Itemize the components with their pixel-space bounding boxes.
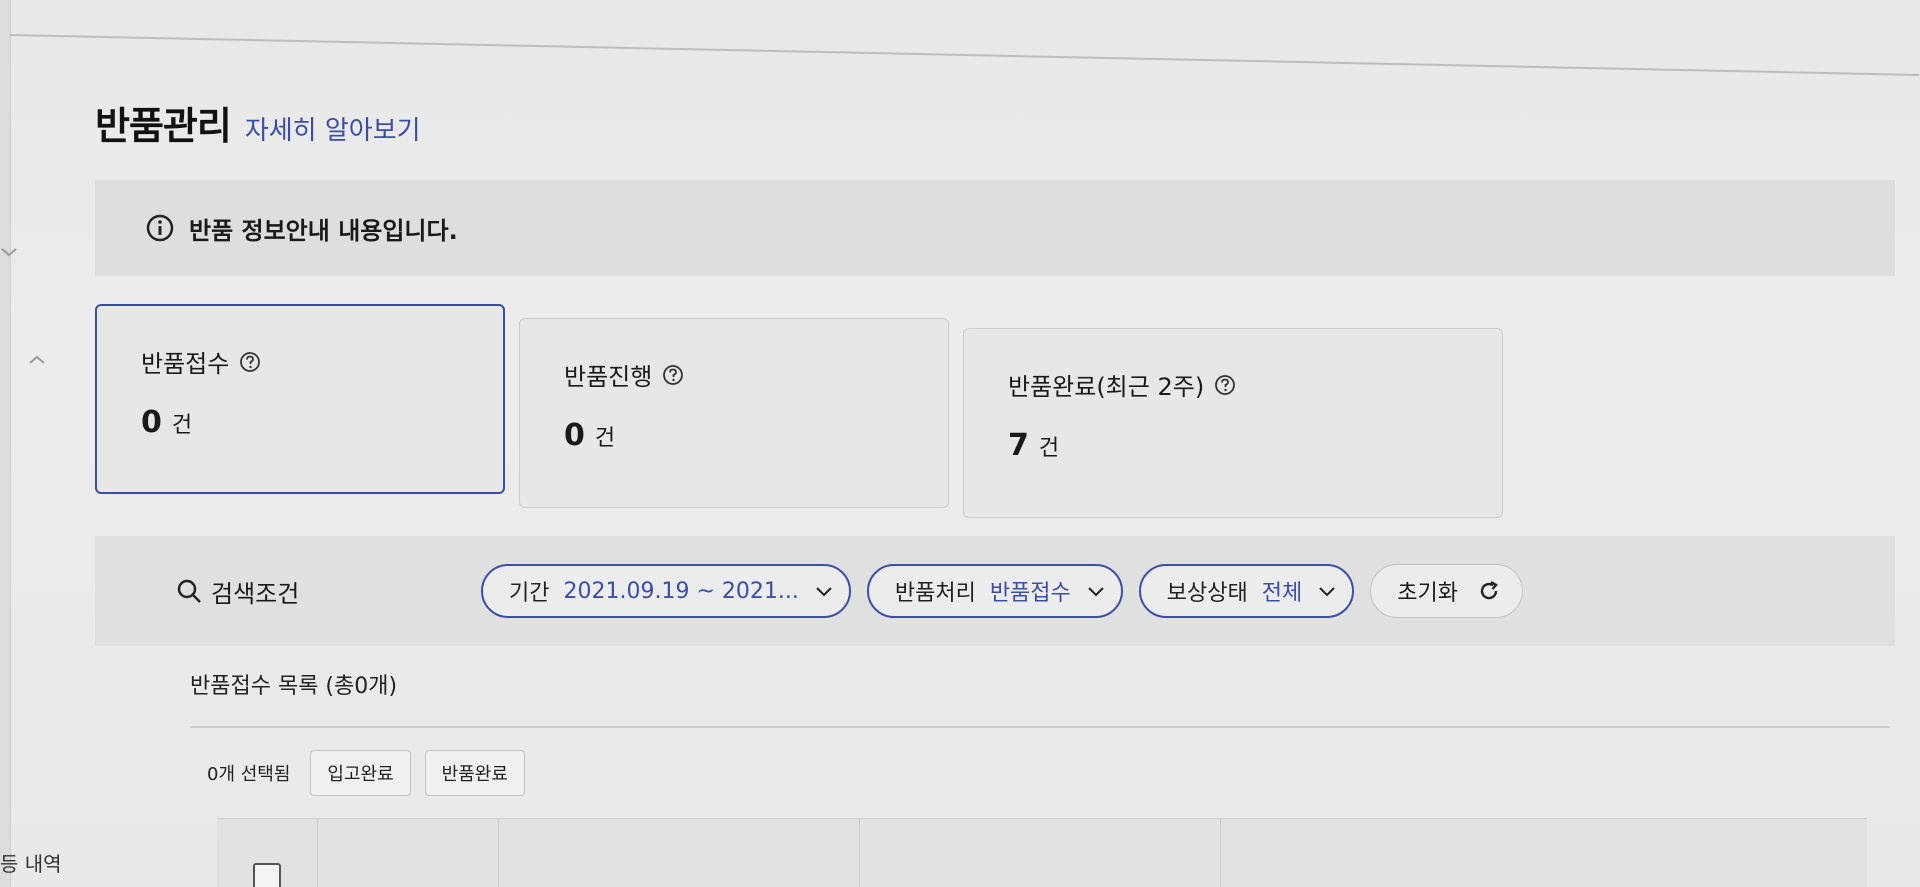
card-label-text: 반품완료(최근 2주) xyxy=(1008,373,1205,401)
filter-value: 2021.09.19 ~ 2021... xyxy=(563,578,799,604)
reset-label: 초기화 xyxy=(1397,581,1458,606)
search-icon xyxy=(177,579,201,603)
card-return-received[interactable]: 반품접수 0 건 xyxy=(95,304,505,494)
info-icon xyxy=(146,214,174,242)
selected-count: 0개 선택됨 xyxy=(207,764,291,785)
card-return-completed[interactable]: 반품완료(최근 2주) 7 건 xyxy=(963,328,1503,518)
card-label: 반품접수 xyxy=(141,344,459,379)
table-header-select xyxy=(217,819,318,887)
list-actions: 0개 선택됨 입고완료 반품완료 xyxy=(207,750,1915,796)
list-title: 반품접수 목록 (총0개) xyxy=(190,674,398,699)
filter-period[interactable]: 기간 2021.09.19 ~ 2021... xyxy=(481,564,851,618)
table-header-cell xyxy=(860,819,1221,887)
table-header-cell xyxy=(318,819,499,887)
count-unit: 건 xyxy=(594,426,616,451)
title-row: 반품관리 자세히 알아보기 xyxy=(95,95,1915,150)
chevron-down-icon xyxy=(816,587,832,597)
filter-label: 보상상태 xyxy=(1166,581,1248,606)
count-unit: 건 xyxy=(171,413,193,438)
count-value: 0 xyxy=(141,405,162,440)
card-count: 7 건 xyxy=(1008,428,1458,463)
search-label: 검색조건 xyxy=(175,574,465,609)
help-icon[interactable] xyxy=(1214,374,1236,396)
sidebar xyxy=(0,0,45,887)
status-cards: 반품접수 0 건 반품진행 0 건 반품완료(최근 2주) 7 건 xyxy=(95,304,1895,518)
select-all-checkbox[interactable] xyxy=(253,863,281,887)
chevron-down-icon[interactable] xyxy=(0,240,24,264)
count-value: 0 xyxy=(564,418,585,453)
table-header-cell xyxy=(499,819,860,887)
top-divider xyxy=(9,34,1920,76)
notice-banner: 반품 정보안내 내용입니다. xyxy=(95,180,1895,276)
chevron-down-icon xyxy=(1088,587,1104,597)
page-title: 반품관리 xyxy=(95,104,232,148)
filter-return-process[interactable]: 반품처리 반품접수 xyxy=(866,564,1123,618)
filter-label: 기간 xyxy=(509,581,550,606)
help-icon[interactable] xyxy=(239,351,261,373)
filter-value: 전체 xyxy=(1261,581,1303,606)
stock-complete-button[interactable]: 입고완료 xyxy=(310,750,411,796)
return-complete-button[interactable]: 반품완료 xyxy=(424,750,525,796)
help-link[interactable]: 자세히 알아보기 xyxy=(245,110,421,147)
sidebar-item-history[interactable]: 등 내역 xyxy=(0,848,62,877)
card-label: 반품완료(최근 2주) xyxy=(1008,367,1458,402)
chevron-up-icon[interactable] xyxy=(26,348,50,372)
filter-label: 반품처리 xyxy=(894,581,976,606)
reset-button[interactable]: 초기화 xyxy=(1370,564,1523,618)
card-label-text: 반품진행 xyxy=(564,363,653,391)
filter-compensation-status[interactable]: 보상상태 전체 xyxy=(1138,564,1355,618)
list-divider xyxy=(190,726,1890,728)
card-return-in-progress[interactable]: 반품진행 0 건 xyxy=(519,318,949,508)
search-bar: 검색조건 기간 2021.09.19 ~ 2021... 반품처리 반품접수 보… xyxy=(95,536,1895,646)
search-label-text: 검색조건 xyxy=(211,579,300,608)
filter-value: 반품접수 xyxy=(989,581,1071,606)
page: 등 내역 반품관리 자세히 알아보기 반품 정보안내 내용입니다. 반품접수 0… xyxy=(0,0,1920,887)
count-value: 7 xyxy=(1008,428,1029,463)
main-content: 반품관리 자세히 알아보기 반품 정보안내 내용입니다. 반품접수 0 건 반품… xyxy=(95,95,1915,887)
refresh-icon xyxy=(1480,580,1498,600)
help-icon[interactable] xyxy=(662,364,684,386)
card-label: 반품진행 xyxy=(564,357,904,392)
count-unit: 건 xyxy=(1038,436,1060,461)
card-count: 0 건 xyxy=(141,405,459,440)
card-count: 0 건 xyxy=(564,418,904,453)
chevron-down-icon xyxy=(1319,587,1335,597)
table-header xyxy=(217,818,1867,887)
notice-text: 반품 정보안내 내용입니다. xyxy=(189,216,458,245)
card-label-text: 반품접수 xyxy=(141,350,230,378)
